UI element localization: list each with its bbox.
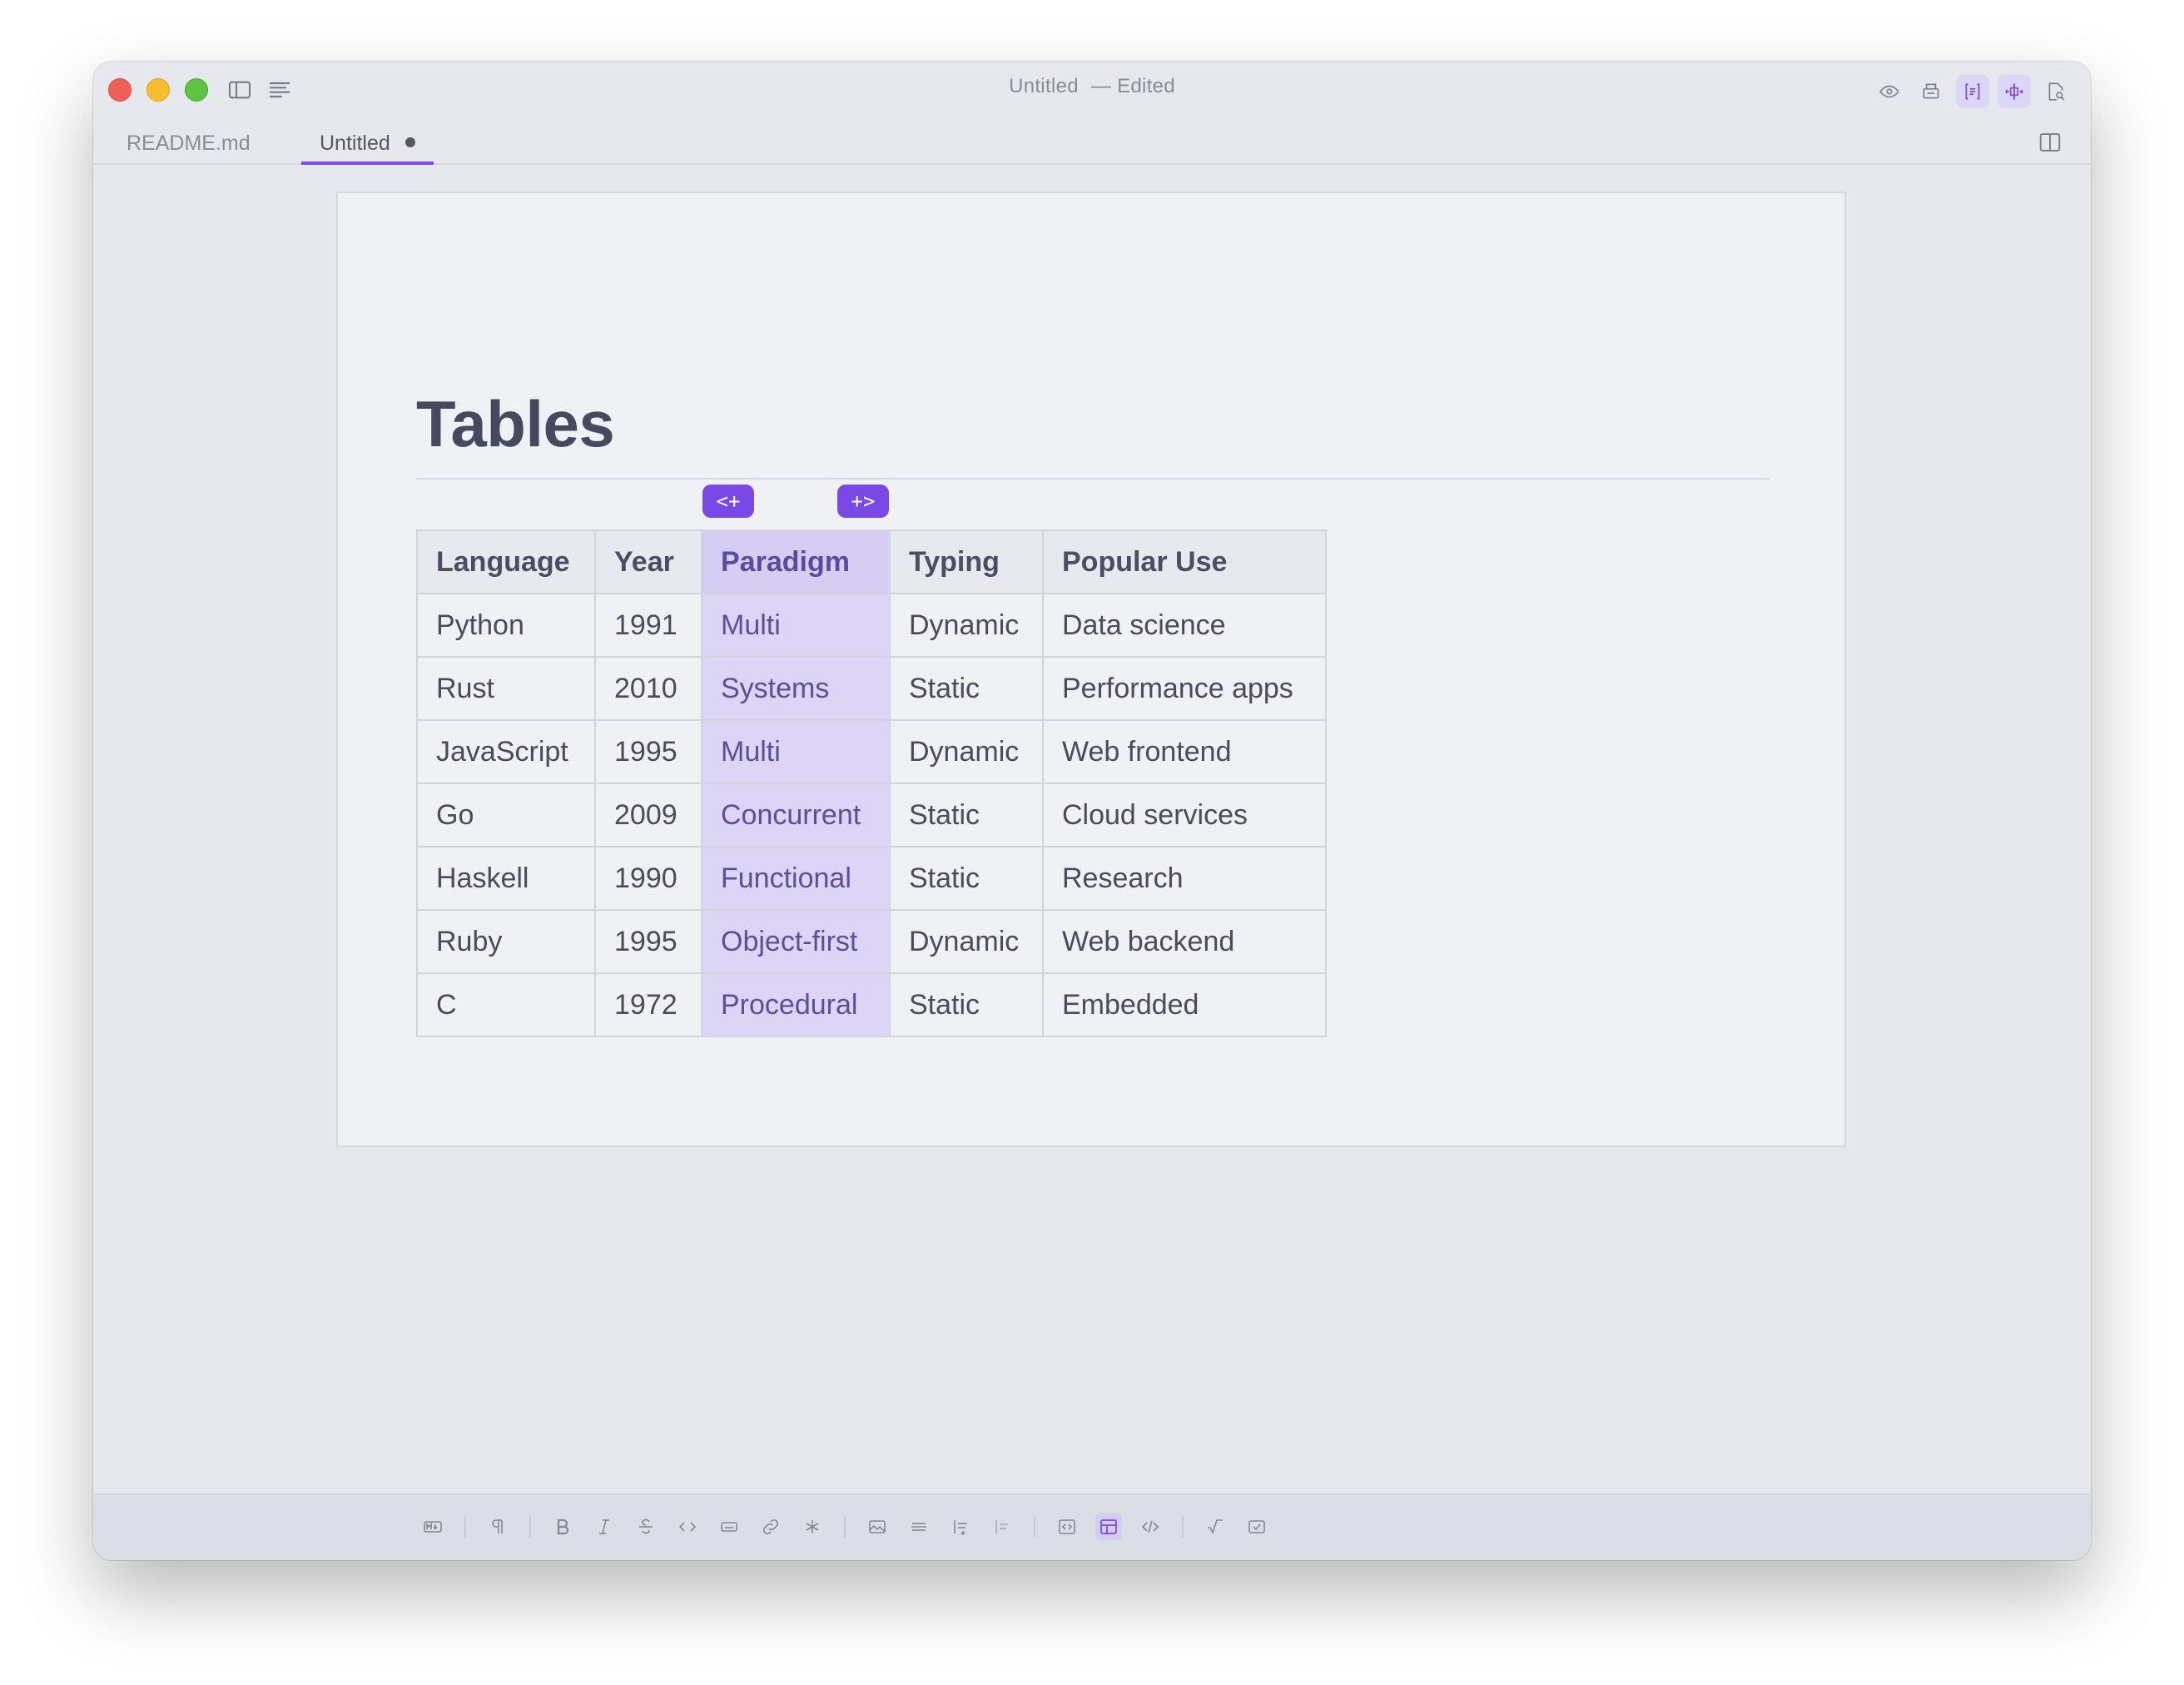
table-cell[interactable]: 1990 [594,846,702,911]
bold-icon[interactable] [549,1514,576,1540]
languages-table[interactable]: Language Year Paradigm Typing Popular Us… [416,529,1327,1037]
html-icon[interactable] [1137,1514,1164,1540]
table-cell[interactable]: 1995 [594,719,702,784]
tab-untitled[interactable]: Untitled [301,128,434,165]
link-icon[interactable] [757,1514,784,1540]
table-cell-selected[interactable]: Procedural [701,972,891,1037]
table-icon[interactable] [1095,1514,1122,1540]
table-cell[interactable]: Performance apps [1042,656,1327,721]
table-cell[interactable]: Static [889,783,1044,847]
table-cell-selected[interactable]: Multi [701,593,891,658]
toolbar-separator [1182,1516,1184,1538]
insert-column-right-button[interactable]: +> [837,485,889,518]
eye-icon[interactable] [1873,75,1906,108]
header-cell[interactable]: Language [416,529,596,594]
italic-icon[interactable] [591,1514,618,1540]
table-cell[interactable]: Static [889,846,1044,911]
heading-tables[interactable]: Tables [416,386,615,462]
header-cell[interactable]: Popular Use [1042,529,1327,594]
table-cell[interactable]: Static [889,656,1044,721]
table-cell[interactable]: Haskell [416,846,596,911]
header-cell[interactable]: Year [594,529,702,594]
table-cell[interactable]: Python [416,593,596,658]
table-cell[interactable]: 2009 [594,783,702,847]
table-row: Go 2009 Concurrent Static Cloud services [416,783,1327,847]
table-cell[interactable]: 2010 [594,656,702,721]
toolbar-separator [529,1516,531,1538]
table-cell[interactable]: C [416,972,596,1037]
toolbar-separator [844,1516,846,1538]
table-cell[interactable]: 1972 [594,972,702,1037]
table-cell[interactable]: Dynamic [889,719,1044,784]
math-icon[interactable] [1202,1514,1228,1540]
footnote-icon[interactable] [799,1514,826,1540]
header-cell[interactable]: Typing [889,529,1044,594]
table-cell[interactable]: Go [416,783,596,847]
heading-underline [416,478,1770,480]
task-list-icon[interactable] [1243,1514,1270,1540]
table-cell-selected[interactable]: Functional [701,846,891,911]
unsaved-dot-icon [405,137,415,147]
table-cell[interactable]: Data science [1042,593,1327,658]
table-cell[interactable]: JavaScript [416,719,596,784]
table-row: Ruby 1995 Object-first Dynamic Web backe… [416,909,1327,974]
toolbar-separator [1034,1516,1035,1538]
table-header-row: Language Year Paradigm Typing Popular Us… [416,529,1327,594]
window-title: Untitled — Edited [93,75,2091,98]
edited-status: — Edited [1090,75,1175,97]
keyboard-icon[interactable] [716,1514,742,1540]
table-cell[interactable]: 1991 [594,593,702,658]
editor-area: Tables <+ +> Language Year Paradigm Typi… [93,165,2091,1556]
titlebar-right-tools [1873,75,2072,108]
markdown-icon[interactable] [419,1514,446,1540]
paragraph-icon[interactable] [484,1514,511,1540]
table-row: Python 1991 Multi Dynamic Data science [416,593,1327,658]
document-mode-icon[interactable] [1956,75,1989,108]
table-row: Rust 2010 Systems Static Performance app… [416,656,1327,721]
split-view-icon[interactable] [2038,130,2062,155]
print-icon[interactable] [1914,75,1948,108]
tab-readme[interactable]: README.md [108,128,269,165]
table-cell[interactable]: Rust [416,656,596,721]
table-row: Haskell 1990 Functional Static Research [416,846,1327,911]
inline-code-icon[interactable] [674,1514,701,1540]
document-title: Untitled [1009,75,1079,97]
tab-label: Untitled [320,132,390,155]
search-document-icon[interactable] [2039,75,2072,108]
table-cell[interactable]: Ruby [416,909,596,974]
table-cell-selected[interactable]: Concurrent [701,783,891,847]
unordered-list-icon[interactable] [989,1514,1015,1540]
table-cell[interactable]: Dynamic [889,909,1044,974]
app-window: Untitled — Edited README.md Untitled Tab… [93,62,2091,1560]
table-cell-selected[interactable]: Systems [701,656,891,721]
image-icon[interactable] [864,1514,891,1540]
split-mode-icon[interactable] [1998,75,2031,108]
table-cell-selected[interactable]: Object-first [701,909,891,974]
tab-bar: README.md Untitled [93,128,2091,165]
table-cell[interactable]: Dynamic [889,593,1044,658]
titlebar: Untitled — Edited README.md Untitled [93,62,2091,165]
ordered-list-icon[interactable] [947,1514,974,1540]
table-row: C 1972 Procedural Static Embedded [416,972,1327,1037]
table-cell[interactable]: Static [889,972,1044,1037]
table-cell[interactable]: Embedded [1042,972,1327,1037]
table-cell-selected[interactable]: Multi [701,719,891,784]
document-page[interactable]: Tables <+ +> Language Year Paradigm Typi… [336,191,1846,1147]
table-cell[interactable]: Web backend [1042,909,1327,974]
horizontal-rule-icon[interactable] [906,1514,932,1540]
tab-label: README.md [127,132,251,155]
table-cell[interactable]: Research [1042,846,1327,911]
code-block-icon[interactable] [1054,1514,1080,1540]
header-cell-selected[interactable]: Paradigm [701,529,891,594]
strikethrough-icon[interactable] [633,1514,659,1540]
table-cell[interactable]: 1995 [594,909,702,974]
insert-column-left-button[interactable]: <+ [702,485,754,518]
table-row: JavaScript 1995 Multi Dynamic Web fronte… [416,719,1327,784]
format-toolbar [93,1494,2091,1560]
table-cell[interactable]: Cloud services [1042,783,1327,847]
table-cell[interactable]: Web frontend [1042,719,1327,784]
toolbar-separator [464,1516,466,1538]
